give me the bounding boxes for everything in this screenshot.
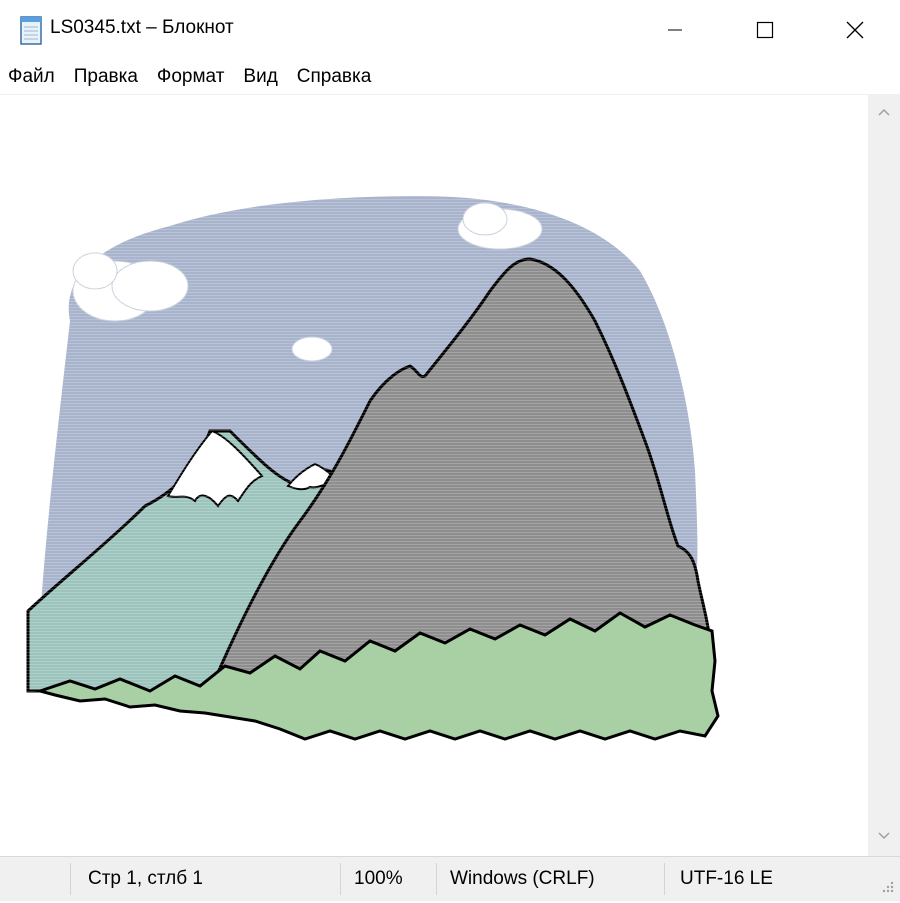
status-separator xyxy=(664,863,665,895)
maximize-button[interactable] xyxy=(720,0,810,60)
status-encoding: UTF-16 LE xyxy=(680,868,773,889)
status-zoom: 100% xyxy=(354,868,403,889)
close-icon xyxy=(846,21,864,39)
minimize-icon xyxy=(668,29,682,31)
menu-help[interactable]: Справка xyxy=(287,60,381,94)
vertical-scrollbar[interactable] xyxy=(868,94,900,856)
window-title: LS0345.txt – Блокнот xyxy=(50,17,234,38)
status-separator xyxy=(340,863,341,895)
scroll-up-icon[interactable] xyxy=(876,104,892,120)
title-bar: LS0345.txt – Блокнот xyxy=(0,0,900,60)
maximize-icon xyxy=(756,21,774,39)
menu-view[interactable]: Вид xyxy=(233,60,286,94)
notepad-icon xyxy=(18,14,44,46)
menu-bar: Файл Правка Формат Вид Справка xyxy=(0,60,900,94)
status-separator xyxy=(70,863,71,895)
resize-grip-icon[interactable] xyxy=(878,879,896,897)
status-cursor-position: Стр 1, стлб 1 xyxy=(88,868,203,889)
menu-edit[interactable]: Правка xyxy=(64,60,147,94)
close-button[interactable] xyxy=(810,0,900,60)
status-bar: Стр 1, стлб 1 100% Windows (CRLF) UTF-16… xyxy=(0,856,900,901)
scroll-down-icon[interactable] xyxy=(876,828,892,844)
text-editor-area[interactable] xyxy=(0,94,868,857)
status-separator xyxy=(436,863,437,895)
status-line-endings: Windows (CRLF) xyxy=(450,868,595,889)
menu-file[interactable]: Файл xyxy=(0,60,64,94)
menu-format[interactable]: Формат xyxy=(147,60,234,94)
minimize-button[interactable] xyxy=(630,0,720,60)
mountain-ascii-art xyxy=(20,191,720,751)
